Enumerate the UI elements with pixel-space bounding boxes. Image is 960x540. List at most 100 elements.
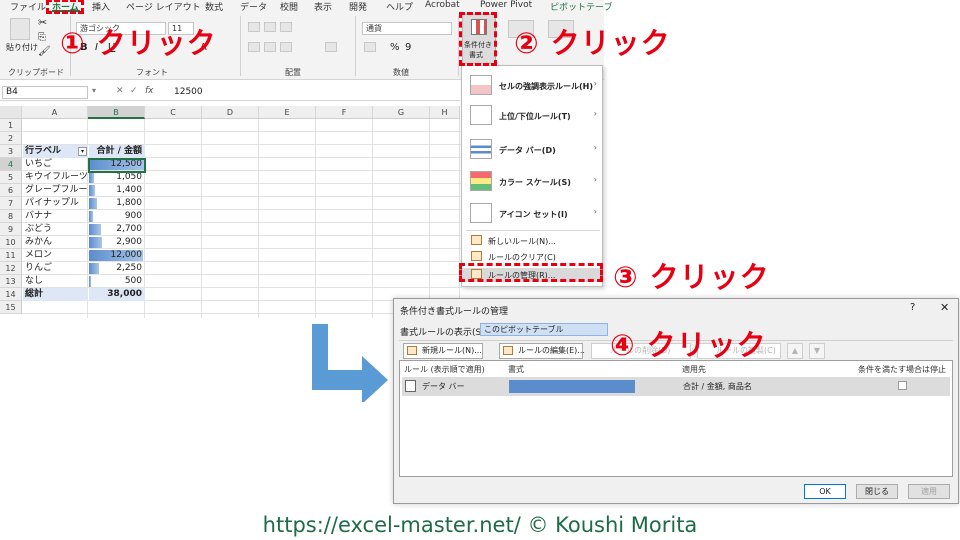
top-bottom-icon bbox=[470, 105, 492, 125]
column-header-e[interactable]: E bbox=[259, 106, 316, 119]
currency-icon[interactable] bbox=[364, 42, 376, 52]
menu-item-color-scales[interactable]: カラー スケール(S) › bbox=[462, 168, 602, 194]
insert-function-icon[interactable]: fx bbox=[145, 86, 154, 96]
row-header-12[interactable]: 12 bbox=[0, 262, 22, 275]
row-header-4[interactable]: 4 bbox=[0, 158, 22, 171]
column-header-a[interactable]: A bbox=[22, 106, 88, 119]
select-all-corner[interactable] bbox=[0, 106, 22, 119]
value-cell[interactable]: 1,800 bbox=[89, 197, 145, 210]
column-header-g[interactable]: G bbox=[373, 106, 430, 119]
comma-icon[interactable]: 9 bbox=[405, 42, 411, 53]
column-header-b[interactable]: B bbox=[88, 106, 145, 119]
format-painter-icon[interactable]: 🖌 bbox=[38, 46, 51, 57]
menu-item-new-rule[interactable]: 新しいルール(N)... bbox=[462, 234, 602, 248]
menu-item-data-bars[interactable]: データ バー(D) › bbox=[462, 136, 602, 162]
column-header-h[interactable]: H bbox=[430, 106, 460, 119]
close-icon[interactable]: ✕ bbox=[940, 301, 949, 314]
column-header-c[interactable]: C bbox=[145, 106, 202, 119]
pivot-header-sum-amount[interactable]: 合計 / 金額 bbox=[89, 145, 145, 158]
move-down-button[interactable]: ▼ bbox=[809, 343, 825, 359]
ok-button[interactable]: OK bbox=[804, 484, 846, 499]
row-header-13[interactable]: 13 bbox=[0, 275, 22, 288]
value-cell[interactable]: 12,000 bbox=[89, 249, 145, 262]
row-header-2[interactable]: 2 bbox=[0, 132, 22, 145]
column-header-format: 書式 bbox=[508, 365, 524, 374]
row-label-cell[interactable]: グレープフルーツ bbox=[23, 184, 88, 197]
help-icon[interactable]: ? bbox=[910, 302, 915, 313]
value-cell[interactable]: 2,900 bbox=[89, 236, 145, 249]
menu-item-clear-rules[interactable]: ルールのクリア(C) bbox=[462, 250, 602, 264]
row-label-cell[interactable]: いちご bbox=[23, 158, 88, 171]
menu-item-icon-sets[interactable]: アイコン セット(I) › bbox=[462, 200, 602, 226]
row-header-6[interactable]: 6 bbox=[0, 184, 22, 197]
rule-format-preview bbox=[509, 380, 635, 393]
row-header-9[interactable]: 9 bbox=[0, 223, 22, 236]
align-right-icon[interactable] bbox=[280, 42, 292, 52]
enter-icon[interactable]: ✓ bbox=[130, 86, 138, 96]
value-cell[interactable]: 500 bbox=[89, 275, 145, 288]
callout-step-2: ② クリック bbox=[514, 26, 671, 60]
name-box[interactable]: B4 bbox=[2, 86, 88, 99]
align-middle-icon[interactable] bbox=[264, 22, 276, 32]
tab-power-pivot[interactable]: Power Pivot bbox=[480, 0, 532, 10]
menu-item-highlight-cells-rules[interactable]: セルの強調表示ルール(H) › bbox=[462, 72, 602, 98]
row-header-15[interactable]: 15 bbox=[0, 301, 22, 314]
row-label-cell[interactable]: パイナップル bbox=[23, 197, 88, 210]
name-box-dropdown-icon[interactable]: ▾ bbox=[92, 86, 96, 95]
cancel-icon[interactable]: ✕ bbox=[116, 86, 124, 96]
column-header-f[interactable]: F bbox=[316, 106, 373, 119]
row-header-11[interactable]: 11 bbox=[0, 249, 22, 262]
arrow-icon bbox=[312, 324, 388, 402]
row-label-cell[interactable]: ぶどう bbox=[23, 223, 88, 236]
rule-row[interactable]: データ バー 合計 / 金額, 商品名 bbox=[402, 377, 950, 396]
row-label-cell[interactable]: みかん bbox=[23, 236, 88, 249]
move-up-button[interactable]: ▲ bbox=[787, 343, 803, 359]
edit-rule-button[interactable]: ルールの編集(E)... bbox=[499, 343, 585, 359]
row-header-3[interactable]: 3 bbox=[0, 145, 22, 158]
apply-button[interactable]: 適用 bbox=[908, 484, 950, 499]
menu-item-label: ルールのクリア(C) bbox=[488, 253, 556, 262]
paste-icon[interactable] bbox=[10, 18, 30, 40]
show-rules-select[interactable]: このピボットテーブル bbox=[480, 323, 608, 336]
chevron-right-icon: › bbox=[593, 175, 597, 184]
align-left-icon[interactable] bbox=[248, 42, 260, 52]
cut-icon[interactable]: ✂ bbox=[38, 16, 47, 29]
column-header-rule: ルール (表示順で適用) bbox=[404, 365, 485, 374]
value-cell[interactable]: 900 bbox=[89, 210, 145, 223]
tab-acrobat[interactable]: Acrobat bbox=[425, 0, 460, 10]
close-button[interactable]: 閉じる bbox=[856, 484, 898, 499]
grand-total-label[interactable]: 総計 bbox=[23, 288, 88, 301]
value-cell[interactable]: 2,700 bbox=[89, 223, 145, 236]
value-cell[interactable]: 1,400 bbox=[89, 184, 145, 197]
filter-dropdown-icon[interactable]: ▾ bbox=[78, 147, 87, 156]
row-label-cell[interactable]: なし bbox=[23, 275, 88, 288]
stop-if-true-checkbox[interactable] bbox=[898, 381, 907, 390]
rule-applies-to[interactable]: 合計 / 金額, 商品名 bbox=[683, 381, 752, 392]
row-header-10[interactable]: 10 bbox=[0, 236, 22, 249]
value-cell[interactable]: 2,250 bbox=[89, 262, 145, 275]
percent-icon[interactable]: % bbox=[390, 42, 400, 53]
align-center-icon[interactable] bbox=[264, 42, 276, 52]
row-header-7[interactable]: 7 bbox=[0, 197, 22, 210]
row-header-1[interactable]: 1 bbox=[0, 119, 22, 132]
new-rule-icon bbox=[471, 235, 482, 245]
align-top-icon[interactable] bbox=[248, 22, 260, 32]
row-label-cell[interactable]: りんご bbox=[23, 262, 88, 275]
column-header-d[interactable]: D bbox=[202, 106, 259, 119]
new-rule-button[interactable]: 新規ルール(N)... bbox=[403, 343, 483, 359]
menu-item-top-bottom-rules[interactable]: 上位/下位ルール(T) › bbox=[462, 102, 602, 128]
row-label-cell[interactable]: メロン bbox=[23, 249, 88, 262]
number-format-select[interactable]: 通貨 bbox=[362, 22, 452, 35]
highlight-cells-icon bbox=[470, 75, 492, 95]
copy-icon[interactable]: ⎘ bbox=[38, 32, 46, 43]
row-header-5[interactable]: 5 bbox=[0, 171, 22, 184]
merge-center-icon[interactable] bbox=[325, 42, 337, 52]
align-bottom-icon[interactable] bbox=[280, 22, 292, 32]
callout-step-1: ① クリック bbox=[60, 26, 217, 60]
formula-input[interactable]: 12500 bbox=[174, 87, 203, 97]
grand-total-value[interactable]: 38,000 bbox=[89, 288, 145, 301]
row-header-14[interactable]: 14 bbox=[0, 288, 22, 301]
row-label-cell[interactable]: キウイフルーツ bbox=[23, 171, 88, 184]
row-header-8[interactable]: 8 bbox=[0, 210, 22, 223]
row-label-cell[interactable]: バナナ bbox=[23, 210, 88, 223]
